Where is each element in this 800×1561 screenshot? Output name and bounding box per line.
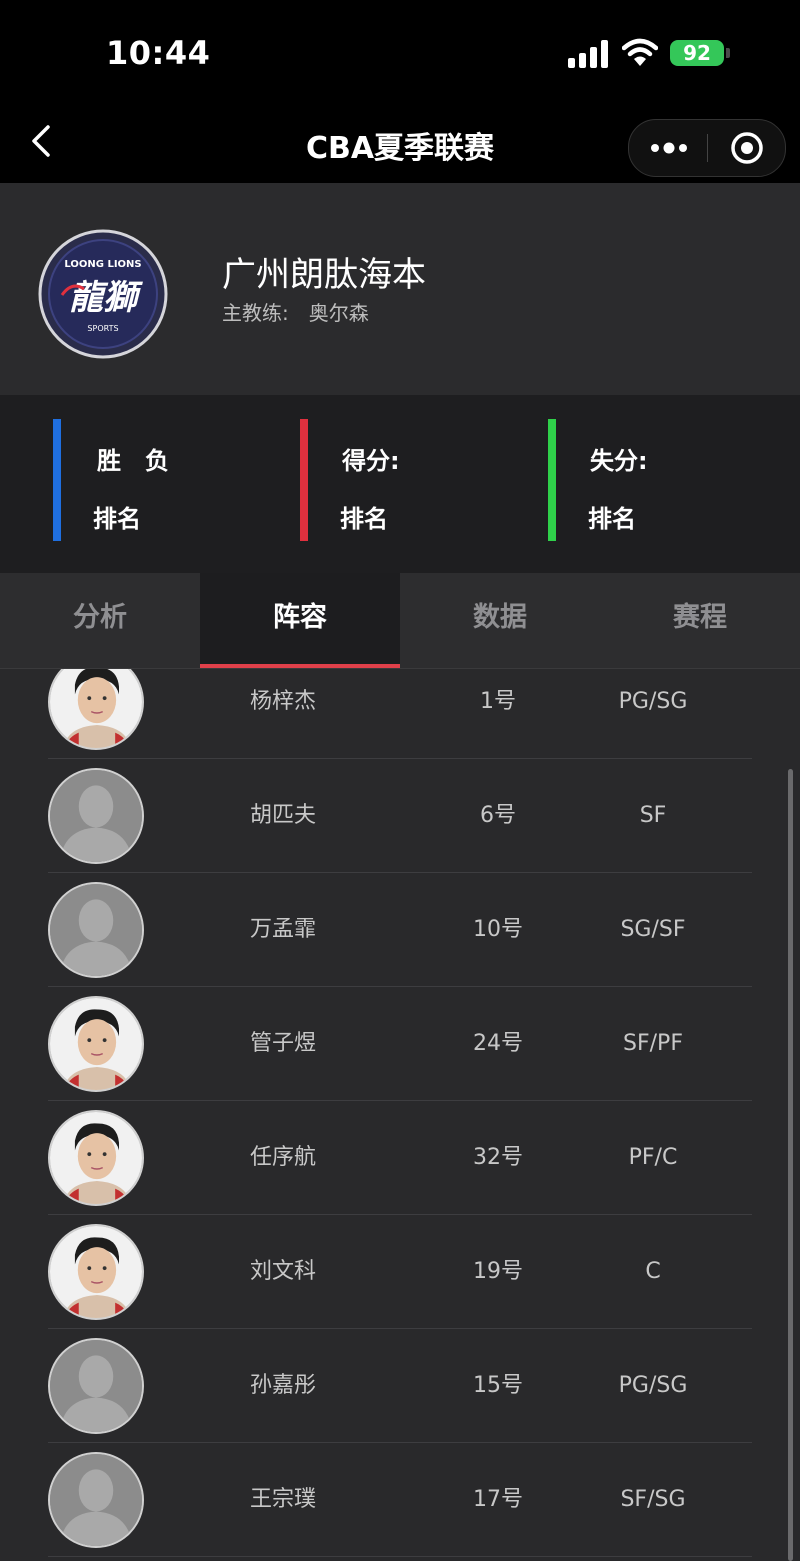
- roster-row[interactable]: 胡匹夫 6号 SF: [48, 759, 752, 873]
- tab-bar: 分析 阵容 数据 赛程: [0, 573, 800, 669]
- more-dots-icon[interactable]: [649, 134, 689, 162]
- player-number: 17号: [473, 1487, 523, 1512]
- roster-row[interactable]: 管子煜 24号 SF/PF: [48, 987, 752, 1101]
- battery-icon: 92: [670, 40, 724, 66]
- player-position: SF: [639, 803, 667, 828]
- player-position: SF/PF: [623, 1031, 683, 1056]
- team-name: 广州朗肽海本: [222, 255, 426, 295]
- stat-color-bar: [53, 419, 61, 541]
- coach-info: 主教练: 奥尔森: [222, 297, 369, 326]
- avatar: [48, 1452, 144, 1548]
- battery-tip: [726, 48, 730, 58]
- player-position: C: [645, 1259, 661, 1284]
- stat-rank-label: 排名: [340, 505, 388, 533]
- wifi-icon: [622, 38, 658, 66]
- avatar: [48, 996, 144, 1092]
- player-position: SF/SG: [620, 1487, 686, 1512]
- tab-roster[interactable]: 阵容: [200, 573, 400, 668]
- player-name: 胡匹夫: [249, 803, 316, 828]
- player-number: 6号: [480, 803, 516, 828]
- player-number: 15号: [473, 1373, 523, 1398]
- scrollbar[interactable]: [788, 769, 793, 1561]
- player-name: 管子煜: [249, 1031, 316, 1056]
- avatar: [48, 882, 144, 978]
- stat-rank-label: 排名: [588, 505, 636, 533]
- tab-data[interactable]: 数据: [400, 573, 600, 668]
- stat-points-for: 得分: 排名: [300, 419, 500, 541]
- player-number: 24号: [473, 1031, 523, 1056]
- svg-text:LOONG LIONS: LOONG LIONS: [64, 259, 141, 270]
- capsule-divider: [707, 134, 708, 162]
- player-number: 32号: [473, 1145, 523, 1170]
- stat-color-bar: [300, 419, 308, 541]
- nav-bar: CBA夏季联赛: [0, 105, 800, 183]
- svg-text:龍獅: 龍獅: [69, 278, 143, 318]
- team-logo: LOONG LIONS 龍獅 SPORTS: [38, 229, 168, 359]
- player-number: 1号: [480, 689, 516, 714]
- player-number: 19号: [473, 1259, 523, 1284]
- roster-row[interactable]: 任序航 32号 PF/C: [48, 1101, 752, 1215]
- roster-row[interactable]: 王宗璞 17号 SF/SG: [48, 1443, 752, 1557]
- stat-record: 胜 负 排名: [53, 419, 253, 541]
- player-position: PF/C: [628, 1145, 678, 1170]
- stat-label: 得分:: [342, 447, 400, 475]
- player-number: 10号: [473, 917, 523, 942]
- player-position: SG/SF: [620, 917, 686, 942]
- status-bar: 10:44 92: [0, 0, 800, 105]
- coach-name: 奥尔森: [308, 301, 369, 325]
- avatar: [48, 1110, 144, 1206]
- status-time: 10:44: [106, 34, 211, 72]
- team-stats: 胜 负 排名 得分: 排名 失分: 排名: [0, 395, 800, 573]
- roster-list[interactable]: 杨梓杰 1号 PG/SG 胡匹夫 6号 SF 万孟霏 10号 SG/SF 管子煜…: [0, 669, 800, 1561]
- player-name: 王宗璞: [249, 1487, 316, 1512]
- avatar: [48, 1224, 144, 1320]
- cellular-signal-icon: [568, 40, 610, 68]
- tab-schedule[interactable]: 赛程: [600, 573, 800, 668]
- roster-row[interactable]: 刘文科 19号 C: [48, 1215, 752, 1329]
- stat-color-bar: [548, 419, 556, 541]
- player-name: 刘文科: [249, 1259, 316, 1284]
- svg-text:SPORTS: SPORTS: [87, 324, 118, 333]
- stat-rank-label: 排名: [93, 505, 141, 533]
- player-position: PG/SG: [618, 689, 688, 714]
- stat-points-against: 失分: 排名: [548, 419, 748, 541]
- coach-label: 主教练:: [222, 301, 289, 325]
- avatar: [48, 768, 144, 864]
- stat-label: 胜 负: [97, 447, 169, 475]
- player-name: 孙嘉彤: [249, 1373, 316, 1398]
- player-name: 杨梓杰: [249, 689, 316, 714]
- player-name: 任序航: [249, 1145, 316, 1170]
- avatar: [48, 1338, 144, 1434]
- mini-program-capsule: [628, 119, 786, 177]
- roster-row[interactable]: 万孟霏 10号 SG/SF: [48, 873, 752, 987]
- team-header: LOONG LIONS 龍獅 SPORTS 广州朗肽海本 主教练: 奥尔森: [0, 183, 800, 395]
- stat-label: 失分:: [590, 447, 648, 475]
- avatar: [48, 669, 144, 750]
- roster-row[interactable]: 孙嘉彤 15号 PG/SG: [48, 1329, 752, 1443]
- roster-row[interactable]: 杨梓杰 1号 PG/SG: [48, 669, 752, 759]
- tab-analysis[interactable]: 分析: [0, 573, 200, 668]
- player-name: 万孟霏: [249, 917, 316, 942]
- player-position: PG/SG: [618, 1373, 688, 1398]
- target-circle-icon[interactable]: [729, 130, 765, 166]
